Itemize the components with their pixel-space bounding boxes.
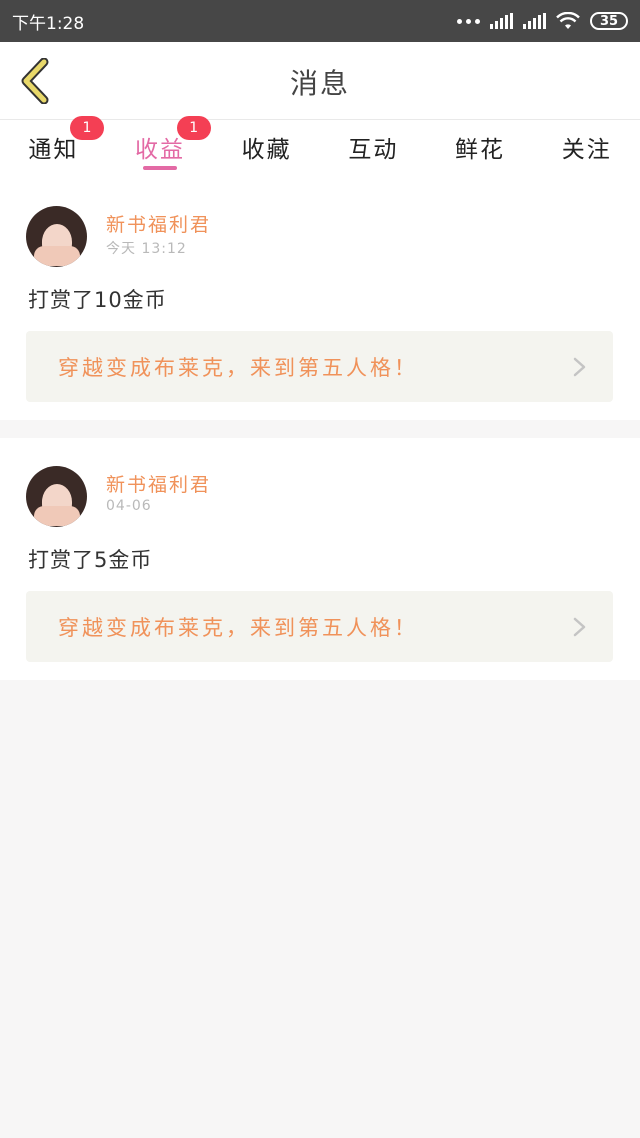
- tab-label: 收藏: [241, 137, 292, 163]
- tab-label: 通知: [28, 137, 79, 163]
- battery-level: 35: [599, 13, 619, 29]
- status-time: 下午1:28: [12, 13, 85, 34]
- book-link[interactable]: 穿越变成布莱克，来到第五人格！: [26, 591, 613, 662]
- book-title: 穿越变成布莱克，来到第五人格！: [58, 356, 418, 380]
- avatar[interactable]: [26, 466, 87, 527]
- avatar[interactable]: [26, 206, 87, 267]
- tab-notifications[interactable]: 通知 1: [0, 116, 107, 178]
- message-time: 今天 13:12: [106, 241, 187, 257]
- message-text: 打赏了10金币: [28, 288, 167, 312]
- message-card: 新书福利君 今天 13:12 打赏了10金币 穿越变成布莱克，来到第五人格！: [0, 178, 640, 420]
- tab-interactions[interactable]: 互动: [320, 120, 427, 178]
- active-tab-indicator: [143, 166, 177, 170]
- tab-label: 鲜花: [455, 137, 506, 163]
- tab-label: 互动: [348, 137, 399, 163]
- sender-name[interactable]: 新书福利君: [106, 210, 211, 237]
- signal-icon: [490, 13, 513, 29]
- tab-earnings[interactable]: 收益 1: [107, 116, 214, 178]
- book-title: 穿越变成布莱克，来到第五人格！: [58, 616, 418, 640]
- wifi-icon: [556, 12, 580, 29]
- tab-favorites[interactable]: 收藏: [213, 120, 320, 178]
- tab-label: 收益: [135, 137, 185, 163]
- unread-badge: 1: [176, 116, 211, 140]
- chevron-right-icon: [573, 617, 586, 637]
- signal-icon-2: [523, 13, 546, 29]
- unread-badge: 1: [70, 116, 104, 140]
- battery-icon: 35: [590, 12, 628, 30]
- page-title: 消息: [289, 67, 350, 100]
- status-bar: 下午1:28 35: [0, 0, 640, 42]
- tab-bar: 通知 1 收益 1 收藏 互动 鲜花 关注: [0, 116, 640, 178]
- tab-flowers[interactable]: 鲜花: [427, 120, 534, 178]
- sender-name[interactable]: 新书福利君: [106, 470, 211, 497]
- tab-label: 关注: [561, 137, 612, 163]
- header: 消息: [0, 42, 640, 120]
- chevron-right-icon: [573, 357, 586, 377]
- message-card: 新书福利君 04-06 打赏了5金币 穿越变成布莱克，来到第五人格！: [0, 438, 640, 680]
- message-time: 04-06: [106, 498, 152, 514]
- book-link[interactable]: 穿越变成布莱克，来到第五人格！: [26, 331, 613, 402]
- message-text: 打赏了5金币: [28, 548, 153, 572]
- tab-following[interactable]: 关注: [533, 120, 640, 178]
- more-notifications-icon: [457, 18, 480, 24]
